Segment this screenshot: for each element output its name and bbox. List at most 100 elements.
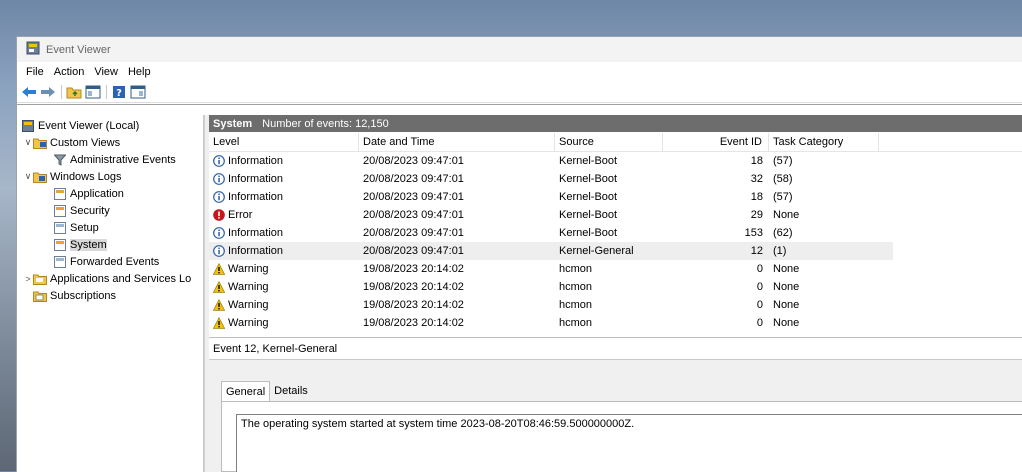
app-icon — [26, 41, 40, 58]
information-icon — [213, 155, 228, 167]
tab-details[interactable]: Details — [270, 381, 312, 401]
general-tab-pane: The operating system started at system t… — [221, 401, 1022, 472]
tree-item-custom-views[interactable]: ∨ Custom Views — [17, 134, 203, 151]
table-row[interactable]: Warning 19/08/2023 20:14:02 hcmon 0 None — [209, 278, 1022, 296]
level-label: Information — [228, 191, 284, 203]
event-detail-title: Event 12, Kernel-General — [209, 339, 1022, 360]
column-header-source[interactable]: Source — [555, 132, 663, 151]
cell-source: hcmon — [559, 317, 593, 329]
table-row[interactable]: Warning 19/08/2023 20:14:02 hcmon 0 None — [209, 314, 1022, 332]
cell-source: Kernel-General — [559, 245, 634, 257]
cell-event-id: 12 — [750, 245, 763, 257]
custom-views-folder-icon — [33, 136, 47, 149]
cell-date: 20/08/2023 09:47:01 — [363, 173, 464, 185]
cell-event-id: 0 — [756, 281, 763, 293]
events-pane: System Number of events: 12,150 Level Da… — [209, 115, 1022, 472]
tree-item-security[interactable]: Security — [17, 202, 203, 219]
tree-item-subscriptions[interactable]: Subscriptions — [17, 287, 203, 304]
level-label: Error — [228, 209, 253, 221]
table-row[interactable]: Information 20/08/2023 09:47:01 Kernel-Gen… — [209, 242, 893, 260]
tree-item-applications-and-services[interactable]: > Applications and Services Lo — [17, 270, 203, 287]
table-row[interactable]: Warning 19/08/2023 20:14:02 hcmon 0 None — [209, 260, 1022, 278]
tree-item-windows-logs[interactable]: ∨ Windows Logs — [17, 168, 203, 185]
chevron-down-icon[interactable]: ∨ — [23, 137, 33, 148]
level-label: Information — [228, 227, 284, 239]
cell-event-id: 29 — [750, 209, 763, 221]
menu-action[interactable]: Action — [49, 66, 90, 78]
cell-source: Kernel-Boot — [559, 173, 618, 185]
log-name: System — [213, 117, 253, 130]
information-icon — [213, 173, 228, 185]
title-bar: Event Viewer — [17, 37, 1022, 62]
tree-item-forwarded-events[interactable]: Forwarded Events — [17, 253, 203, 270]
cell-level: Information — [209, 188, 359, 206]
menu-view[interactable]: View — [89, 66, 123, 78]
content-area: Event Viewer (Local) ∨ Custom Views Admi… — [17, 104, 1022, 472]
column-header-task-category[interactable]: Task Category — [769, 132, 879, 151]
cell-task-category: (57) — [773, 155, 793, 167]
table-row[interactable]: Information 20/08/2023 09:47:01 Kernel-Boo… — [209, 152, 1022, 170]
cell-level: Information — [209, 152, 359, 170]
filter-icon — [53, 153, 67, 166]
tab-general[interactable]: General — [221, 381, 271, 402]
cell-level: Error — [209, 206, 359, 224]
show-hide-tree-icon[interactable] — [85, 84, 101, 100]
tree-item-application[interactable]: Application — [17, 185, 203, 202]
tree-item-administrative-events[interactable]: Administrative Events — [17, 151, 203, 168]
cell-event-id: 32 — [750, 173, 763, 185]
table-row[interactable]: Error 20/08/2023 09:47:01 Kernel-Boot 29 Non… — [209, 206, 1022, 224]
event-detail-pane: Event 12, Kernel-General General Details… — [209, 339, 1022, 472]
cell-source: hcmon — [559, 281, 593, 293]
cell-event-id: 18 — [750, 191, 763, 203]
chevron-down-icon[interactable]: ∨ — [23, 171, 33, 182]
table-row[interactable]: Information 20/08/2023 09:47:01 Kernel-Boo… — [209, 224, 1022, 242]
cell-task-category: None — [773, 281, 800, 293]
level-label: Information — [228, 173, 284, 185]
cell-source: Kernel-Boot — [559, 227, 618, 239]
menu-bar: File Action View Help — [17, 62, 1022, 82]
back-arrow-icon[interactable] — [21, 84, 37, 100]
tree-item-system[interactable]: System — [17, 236, 203, 253]
folder-up-icon[interactable] — [66, 84, 82, 100]
show-action-pane-icon[interactable] — [130, 84, 146, 100]
log-icon — [53, 204, 67, 217]
cell-event-id: 18 — [750, 155, 763, 167]
error-icon — [213, 209, 228, 221]
windows-logs-folder-icon — [33, 170, 47, 183]
tree-item-setup[interactable]: Setup — [17, 219, 203, 236]
information-icon — [213, 191, 228, 203]
cell-date: 20/08/2023 09:47:01 — [363, 155, 464, 167]
cell-date: 19/08/2023 20:14:02 — [363, 263, 464, 275]
event-message[interactable]: The operating system started at system t… — [236, 414, 1022, 472]
cell-event-id: 0 — [756, 317, 763, 329]
menu-help[interactable]: Help — [123, 66, 156, 78]
cell-task-category: (1) — [773, 245, 787, 257]
help-icon[interactable]: ? — [111, 84, 127, 100]
cell-level: Information — [209, 242, 359, 260]
cell-event-id: 0 — [756, 263, 763, 275]
cell-level: Information — [209, 224, 359, 242]
table-row[interactable]: Information 20/08/2023 09:47:01 Kernel-Boo… — [209, 188, 1022, 206]
svg-text:?: ? — [116, 88, 122, 99]
level-label: Warning — [228, 263, 269, 275]
log-header-bar: System Number of events: 12,150 — [209, 115, 1022, 132]
table-row[interactable]: Warning 19/08/2023 20:14:02 hcmon 0 None — [209, 296, 1022, 314]
column-header-event-id[interactable]: Event ID — [663, 132, 769, 151]
log-icon — [53, 238, 67, 251]
column-header-date[interactable]: Date and Time — [359, 132, 555, 151]
cell-event-id: 153 — [744, 227, 763, 239]
column-header-level[interactable]: Level — [209, 132, 359, 151]
forward-arrow-icon[interactable] — [40, 84, 56, 100]
cell-source: hcmon — [559, 263, 593, 275]
cell-source: Kernel-Boot — [559, 191, 618, 203]
chevron-right-icon[interactable]: > — [23, 274, 33, 284]
event-viewer-window: Event Viewer File Action View Help ? Eve… — [16, 36, 1022, 472]
menu-file[interactable]: File — [21, 66, 49, 78]
tree-item-event-viewer-local[interactable]: Event Viewer (Local) — [17, 117, 203, 134]
event-count: Number of events: 12,150 — [262, 117, 389, 130]
warning-icon — [213, 299, 228, 311]
warning-icon — [213, 263, 228, 275]
table-row[interactable]: Information 20/08/2023 09:47:01 Kernel-Boo… — [209, 170, 1022, 188]
cell-date: 19/08/2023 20:14:02 — [363, 299, 464, 311]
cell-source: Kernel-Boot — [559, 155, 618, 167]
